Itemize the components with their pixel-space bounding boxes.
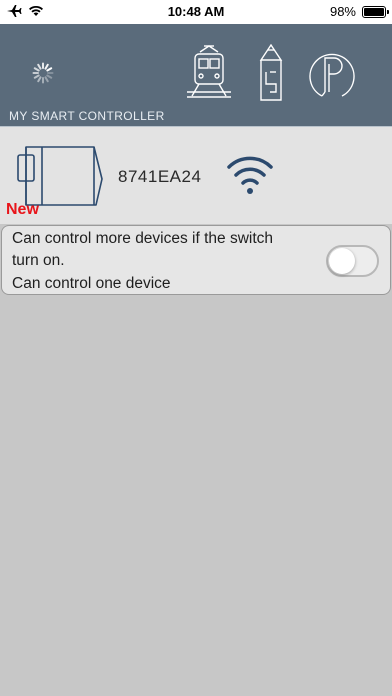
loading-spinner-icon	[32, 62, 54, 84]
app-header: MY SMART CONTROLLER	[0, 24, 392, 126]
device-row[interactable]: 8741EA24 New	[0, 126, 392, 224]
wifi-signal-icon	[227, 156, 273, 194]
pencil-icon[interactable]	[256, 44, 286, 102]
switch-knob[interactable]	[329, 248, 355, 274]
section-label: MY SMART CONTROLLER	[9, 109, 165, 123]
status-bar: 10:48 AM 98%	[0, 0, 392, 24]
option-text-line3: Can control one device	[12, 275, 171, 292]
train-icon[interactable]	[186, 44, 232, 100]
multi-device-option: Can control more devices if the switch t…	[1, 225, 391, 295]
battery-icon	[362, 5, 389, 18]
option-text-line1: Can control more devices if the switch	[12, 230, 274, 247]
status-right: 98%	[329, 4, 389, 19]
multi-device-switch[interactable]	[326, 245, 379, 277]
new-badge: New	[6, 201, 39, 218]
option-text-line2: turn on.	[12, 252, 65, 269]
device-id: 8741EA24	[118, 167, 202, 186]
parking-icon[interactable]	[308, 44, 356, 100]
battery-percent: 98%	[329, 4, 356, 19]
battery-fill	[364, 7, 384, 16]
